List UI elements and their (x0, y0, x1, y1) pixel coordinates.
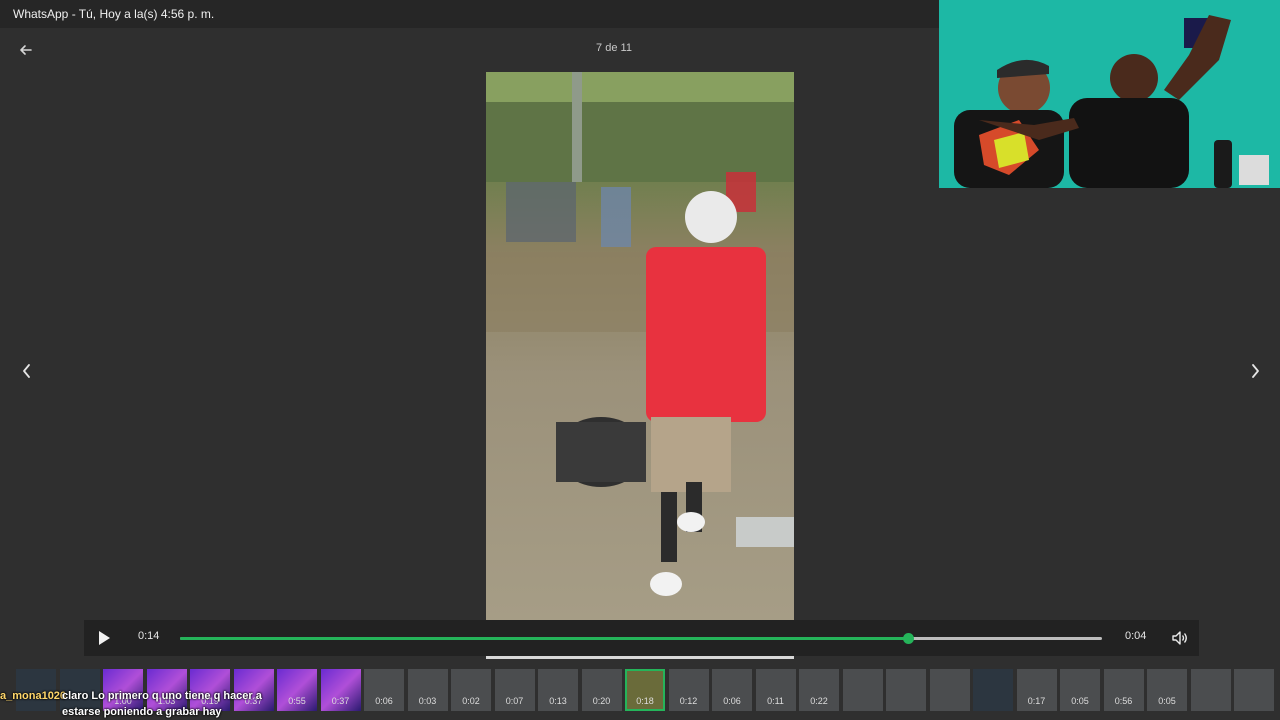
window-title: WhatsApp - Tú, Hoy a la(s) 4:56 p. m. (13, 7, 215, 21)
media-thumbnail[interactable] (886, 669, 926, 711)
video-frame[interactable] (486, 72, 794, 620)
volume-button[interactable] (1170, 628, 1190, 648)
play-icon (99, 631, 110, 645)
media-thumbnail[interactable]: 0:37 (320, 669, 361, 711)
media-thumbnail[interactable] (1190, 669, 1231, 711)
media-thumbnail[interactable]: 0:05 (1060, 669, 1100, 711)
next-button[interactable] (1244, 360, 1266, 382)
back-button[interactable] (16, 40, 36, 60)
media-thumbnail[interactable]: 0:12 (668, 669, 709, 711)
media-thumbnail[interactable]: 0:18 (625, 669, 665, 711)
seek-bar-progress (180, 637, 909, 640)
media-thumbnail[interactable]: 0:56 (1103, 669, 1144, 711)
chevron-right-icon (1252, 364, 1259, 378)
arrow-left-icon (20, 45, 32, 55)
media-thumbnail[interactable] (973, 669, 1013, 711)
chevron-left-icon (23, 364, 30, 378)
current-time: 0:14 (138, 630, 160, 642)
volume-icon (1172, 631, 1187, 645)
media-thumbnail[interactable]: 0:06 (364, 669, 404, 711)
media-thumbnail[interactable]: 0:11 (755, 669, 796, 711)
media-thumbnail[interactable]: 0:02 (451, 669, 491, 711)
media-thumbnail[interactable]: 0:17 (1016, 669, 1057, 711)
media-thumbnail[interactable]: 0:22 (799, 669, 839, 711)
webcam-scene (939, 0, 1280, 188)
media-thumbnail[interactable]: 0:20 (581, 669, 622, 711)
play-button[interactable] (94, 628, 114, 648)
media-thumbnail[interactable] (1234, 669, 1274, 711)
media-thumbnail[interactable] (842, 669, 883, 711)
remaining-time: 0:04 (1125, 630, 1147, 642)
video-scene (486, 72, 794, 596)
media-thumbnail[interactable] (929, 669, 970, 711)
seek-bar[interactable] (180, 633, 1102, 644)
media-thumbnail[interactable]: 0:03 (407, 669, 448, 711)
webcam-overlay (939, 0, 1280, 188)
media-thumbnail[interactable]: 0:05 (1147, 669, 1187, 711)
video-controls: 0:14 0:04 (84, 620, 1199, 656)
chat-message: claro Lo primero q uno tiene q hacer a e… (62, 690, 262, 718)
media-thumbnail[interactable]: 0:13 (538, 669, 578, 711)
media-thumbnail[interactable]: 0:07 (494, 669, 535, 711)
previous-button[interactable] (16, 360, 38, 382)
chat-username: a_mona1026 (0, 690, 67, 702)
media-counter: 7 de 11 (596, 42, 632, 54)
media-thumbnail[interactable]: 0:06 (712, 669, 752, 711)
seek-handle[interactable] (903, 633, 915, 644)
